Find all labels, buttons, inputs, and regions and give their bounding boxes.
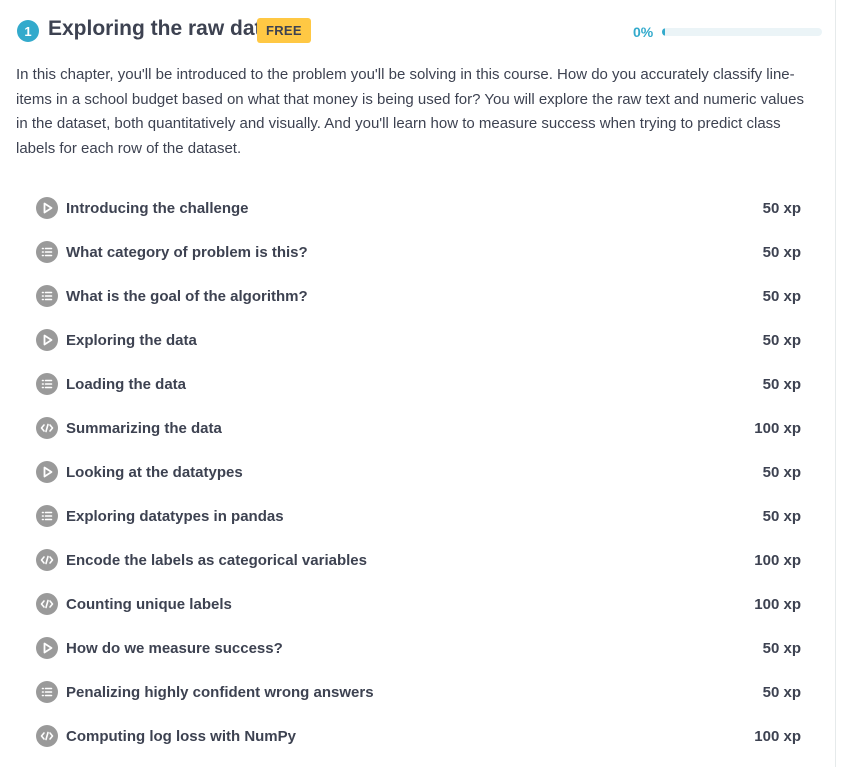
exercise-xp: 50 xp [762, 463, 801, 481]
exercise-item[interactable]: Loading the data 50 xp [36, 362, 804, 406]
code-icon [36, 549, 58, 571]
chapter-card: 1 Exploring the raw data FREE 0% In this… [0, 0, 836, 767]
exercise-xp: 50 xp [762, 639, 801, 657]
exercise-item[interactable]: Exploring the data 50 xp [36, 318, 804, 362]
exercise-item[interactable]: Looking at the datatypes 50 xp [36, 450, 804, 494]
exercise-item[interactable]: What category of problem is this? 50 xp [36, 230, 804, 274]
exercise-xp: 50 xp [762, 287, 801, 305]
play-icon [36, 329, 58, 351]
free-badge: FREE [257, 18, 311, 43]
exercise-title: Encode the labels as categorical variabl… [66, 551, 367, 569]
chapter-description: In this chapter, you'll be introduced to… [16, 66, 804, 157]
exercise-title: Looking at the datatypes [66, 463, 243, 481]
chapter-number-badge: 1 [17, 20, 39, 42]
list-icon [36, 505, 58, 527]
exercise-title: How do we measure success? [66, 639, 283, 657]
exercise-item[interactable]: Counting unique labels 100 xp [36, 582, 804, 626]
exercise-item[interactable]: Encode the labels as categorical variabl… [36, 538, 804, 582]
exercise-title: Loading the data [66, 375, 186, 393]
exercise-title: What is the goal of the algorithm? [66, 287, 308, 305]
exercise-xp: 50 xp [762, 243, 801, 261]
progress-bar [662, 28, 822, 36]
exercise-xp: 100 xp [754, 595, 801, 613]
play-icon [36, 197, 58, 219]
exercise-title: Computing log loss with NumPy [66, 727, 296, 745]
list-icon [36, 373, 58, 395]
exercise-title: Exploring datatypes in pandas [66, 507, 284, 525]
progress-bar-fill [662, 28, 665, 36]
list-icon [36, 285, 58, 307]
exercise-xp: 100 xp [754, 419, 801, 437]
progress-percent: 0% [633, 24, 654, 40]
exercise-xp: 50 xp [762, 331, 801, 349]
exercise-item[interactable]: What is the goal of the algorithm? 50 xp [36, 274, 804, 318]
play-icon [36, 637, 58, 659]
exercise-item[interactable]: How do we measure success? 50 xp [36, 626, 804, 670]
code-icon [36, 725, 58, 747]
exercise-item[interactable]: Summarizing the data 100 xp [36, 406, 804, 450]
chapter-title[interactable]: Exploring the raw data [48, 17, 273, 41]
exercise-title: What category of problem is this? [66, 243, 308, 261]
code-icon [36, 593, 58, 615]
exercise-item[interactable]: Exploring datatypes in pandas 50 xp [36, 494, 804, 538]
exercise-xp: 100 xp [754, 551, 801, 569]
exercise-list: Introducing the challenge 50 xp What cat… [36, 186, 804, 758]
exercise-title: Penalizing highly confident wrong answer… [66, 683, 374, 701]
exercise-item[interactable]: Penalizing highly confident wrong answer… [36, 670, 804, 714]
list-icon [36, 241, 58, 263]
exercise-xp: 100 xp [754, 727, 801, 745]
exercise-xp: 50 xp [762, 507, 801, 525]
exercise-title: Summarizing the data [66, 419, 222, 437]
exercise-title: Counting unique labels [66, 595, 232, 613]
chapter-header: 1 Exploring the raw data FREE 0% [16, 14, 822, 48]
exercise-item[interactable]: Computing log loss with NumPy 100 xp [36, 714, 804, 758]
exercise-xp: 50 xp [762, 375, 801, 393]
code-icon [36, 417, 58, 439]
exercise-item[interactable]: Introducing the challenge 50 xp [36, 186, 804, 230]
exercise-title: Introducing the challenge [66, 199, 249, 217]
list-icon [36, 681, 58, 703]
exercise-title: Exploring the data [66, 331, 197, 349]
play-icon [36, 461, 58, 483]
exercise-xp: 50 xp [762, 199, 801, 217]
exercise-xp: 50 xp [762, 683, 801, 701]
